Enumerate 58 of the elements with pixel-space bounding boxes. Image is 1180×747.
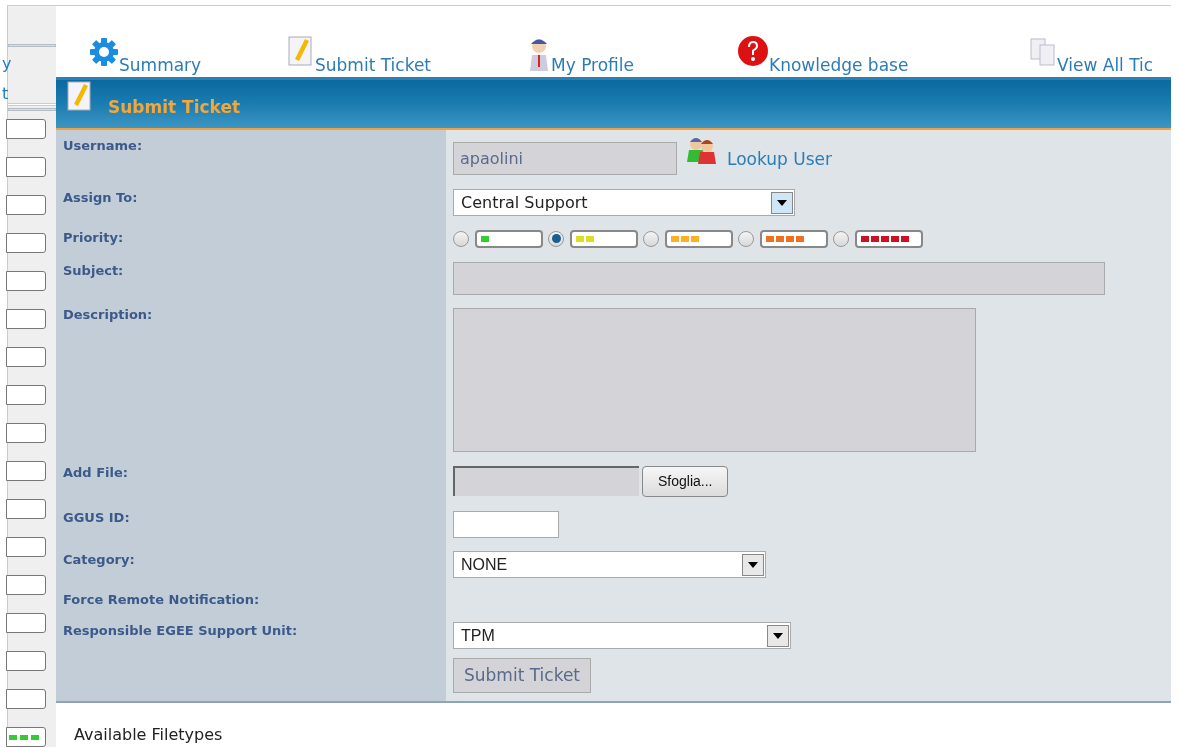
field-label: Add File: (63, 465, 128, 480)
submit-ticket-button[interactable]: Submit Ticket (453, 658, 591, 693)
sidebar-field (6, 309, 46, 329)
nav-link[interactable]: My Profile (527, 37, 737, 77)
priority-radio[interactable] (548, 230, 564, 247)
gear-icon (89, 37, 119, 67)
ggus-id-field[interactable] (453, 511, 559, 538)
sidebar-field (6, 233, 46, 253)
sidebar-field (6, 385, 46, 405)
sidebar-field (6, 271, 46, 291)
field-label: Force Remote Notification: (63, 592, 260, 607)
nav-link[interactable]: Knowledge base (737, 35, 1029, 77)
sidebar-field (6, 575, 46, 595)
help-icon (737, 35, 769, 67)
sidebar-field (6, 689, 46, 709)
nav-link[interactable]: Summary (89, 37, 287, 77)
file-path-field[interactable] (453, 466, 639, 496)
sidebar-link[interactable]: y (2, 55, 56, 74)
panel-title: Submit Ticket (108, 95, 241, 119)
sidebar-link[interactable]: t (2, 85, 56, 104)
sidebar-field (6, 651, 46, 671)
description-field[interactable] (453, 308, 976, 452)
priority-radio[interactable] (833, 230, 849, 247)
username-field[interactable]: apaolini (453, 142, 677, 175)
note-pencil-icon (66, 80, 94, 112)
field-label: Responsible EGEE Support Unit: (63, 623, 298, 638)
sidebar-field (6, 499, 46, 519)
browse-button[interactable]: Sfoglia... (642, 466, 729, 497)
nav-link[interactable]: Submit Ticket (287, 35, 527, 77)
sidebar-field (6, 119, 46, 139)
field-label: Category: (63, 552, 135, 567)
users-icon (685, 136, 719, 166)
subject-field[interactable] (453, 262, 1105, 295)
field-label: Assign To: (63, 190, 138, 205)
support-unit-select[interactable]: TPM (453, 622, 791, 649)
field-label: Description: (63, 307, 153, 322)
pages-icon (1029, 37, 1057, 67)
sidebar-field (6, 157, 46, 177)
person-icon (527, 37, 551, 71)
assign-to-select[interactable]: Central Support (453, 189, 795, 216)
field-label: Subject: (63, 263, 124, 278)
note-pencil-icon (287, 35, 315, 67)
sidebar-field (6, 195, 46, 215)
sidebar-field (6, 613, 46, 633)
sidebar-field (6, 347, 46, 367)
priority-radio[interactable] (643, 230, 659, 247)
section-heading: Available Filetypes (74, 725, 223, 744)
field-label: Username: (63, 138, 143, 153)
field-label: GGUS ID: (63, 510, 130, 525)
field-label: Priority: (63, 230, 124, 245)
sidebar-field (6, 461, 46, 481)
nav-link[interactable]: View All Tic (1029, 37, 1169, 77)
priority-radio[interactable] (738, 230, 754, 247)
priority-radio[interactable] (453, 230, 469, 247)
category-select[interactable]: NONE (453, 551, 766, 578)
sidebar-field (6, 537, 46, 557)
lookup-user-link[interactable]: Lookup User (727, 147, 832, 173)
sidebar-field (6, 423, 46, 443)
